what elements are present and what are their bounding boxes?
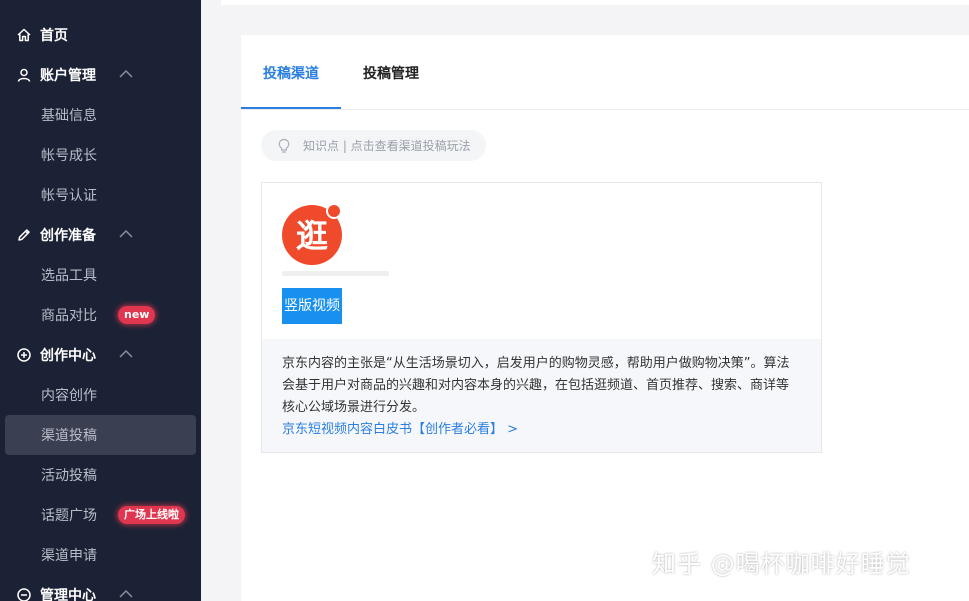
sidebar-item-label: 活动投稿	[41, 468, 97, 484]
knowledge-tip[interactable]: 知识点 | 点击查看渠道投稿玩法	[261, 130, 486, 161]
channel-card[interactable]: 逛 竖版视频 京东内容的主张是“从生活场景切入，启发用户的购物灵感，帮助用户做购…	[261, 182, 822, 453]
sidebar-item-channel-apply[interactable]: 渠道申请	[0, 535, 201, 575]
minus-circle-icon	[16, 587, 32, 601]
sidebar: 首页 账户管理 基础信息 帐号成长 帐号认证 创作准备 选品工具 商品对比 ne…	[0, 0, 201, 601]
sidebar-item-home[interactable]: 首页	[0, 15, 201, 55]
sidebar-item-label: 商品对比	[41, 308, 97, 324]
new-badge: new	[118, 306, 156, 324]
sidebar-item-content-creation[interactable]: 内容创作	[0, 375, 201, 415]
sidebar-item-label: 渠道投稿	[41, 428, 97, 444]
sidebar-item-label: 帐号成长	[41, 148, 97, 164]
sidebar-item-management-center[interactable]: 管理中心	[0, 575, 201, 601]
pencil-icon	[16, 227, 32, 243]
sidebar-item-basic-info[interactable]: 基础信息	[0, 95, 201, 135]
sidebar-item-creation-center[interactable]: 创作中心	[0, 335, 201, 375]
sidebar-item-label: 选品工具	[41, 268, 97, 284]
sidebar-item-account-growth[interactable]: 帐号成长	[0, 135, 201, 175]
top-strip	[221, 0, 969, 5]
lightbulb-icon	[278, 138, 290, 153]
placeholder-bar	[282, 271, 389, 276]
sidebar-item-label: 创作中心	[40, 348, 96, 364]
sidebar-item-account[interactable]: 账户管理	[0, 55, 201, 95]
sidebar-item-topic-square[interactable]: 话题广场 广场上线啦	[0, 495, 201, 535]
tab-submission-channel[interactable]: 投稿渠道	[263, 63, 319, 83]
logo-char: 逛	[296, 217, 328, 255]
sidebar-item-activity-submission[interactable]: 活动投稿	[0, 455, 201, 495]
vertical-video-button[interactable]: 竖版视频	[282, 288, 342, 324]
chevron-up-icon[interactable]	[118, 349, 134, 359]
sidebar-item-channel-submission[interactable]: 渠道投稿	[5, 415, 196, 455]
active-tab-indicator	[241, 107, 341, 109]
tab-submission-management[interactable]: 投稿管理	[363, 63, 419, 83]
card-description-area: 京东内容的主张是“从生活场景切入，启发用户的购物灵感，帮助用户做购物决策”。算法…	[262, 339, 821, 452]
watermark: 知乎 @喝杯咖啡好睡觉	[652, 550, 911, 578]
sidebar-item-creation-prep[interactable]: 创作准备	[0, 215, 201, 255]
chevron-up-icon[interactable]	[118, 229, 134, 239]
sidebar-item-label: 渠道申请	[41, 548, 97, 564]
card-description: 京东内容的主张是“从生活场景切入，启发用户的购物灵感，帮助用户做购物决策”。算法…	[282, 356, 790, 415]
sidebar-item-label: 话题广场	[41, 508, 97, 524]
chevron-up-icon[interactable]	[118, 589, 134, 599]
sidebar-item-label: 内容创作	[41, 388, 97, 404]
sidebar-item-label: 管理中心	[40, 588, 96, 601]
user-icon	[16, 67, 32, 83]
chevron-up-icon[interactable]	[118, 69, 134, 79]
sidebar-item-product-tool[interactable]: 选品工具	[0, 255, 201, 295]
sidebar-item-label: 创作准备	[40, 228, 96, 244]
sidebar-item-label: 帐号认证	[41, 188, 97, 204]
sidebar-item-product-compare[interactable]: 商品对比 new	[0, 295, 201, 335]
square-online-badge: 广场上线啦	[118, 506, 185, 524]
sidebar-item-account-verify[interactable]: 帐号认证	[0, 175, 201, 215]
guang-logo: 逛	[282, 203, 342, 265]
tip-text: 知识点 | 点击查看渠道投稿玩法	[303, 139, 471, 153]
home-icon	[16, 27, 32, 43]
tab-bar: 投稿渠道 投稿管理	[241, 35, 969, 110]
plus-circle-icon	[16, 347, 32, 363]
whitepaper-link[interactable]: 京东短视频内容白皮书【创作者必看】 >	[282, 419, 801, 441]
sidebar-item-label: 首页	[40, 28, 68, 44]
sidebar-item-label: 基础信息	[41, 108, 97, 124]
main-panel: 投稿渠道 投稿管理 知识点 | 点击查看渠道投稿玩法 逛 竖版视频 京东内容的主…	[241, 35, 969, 601]
sidebar-item-label: 账户管理	[40, 68, 96, 84]
